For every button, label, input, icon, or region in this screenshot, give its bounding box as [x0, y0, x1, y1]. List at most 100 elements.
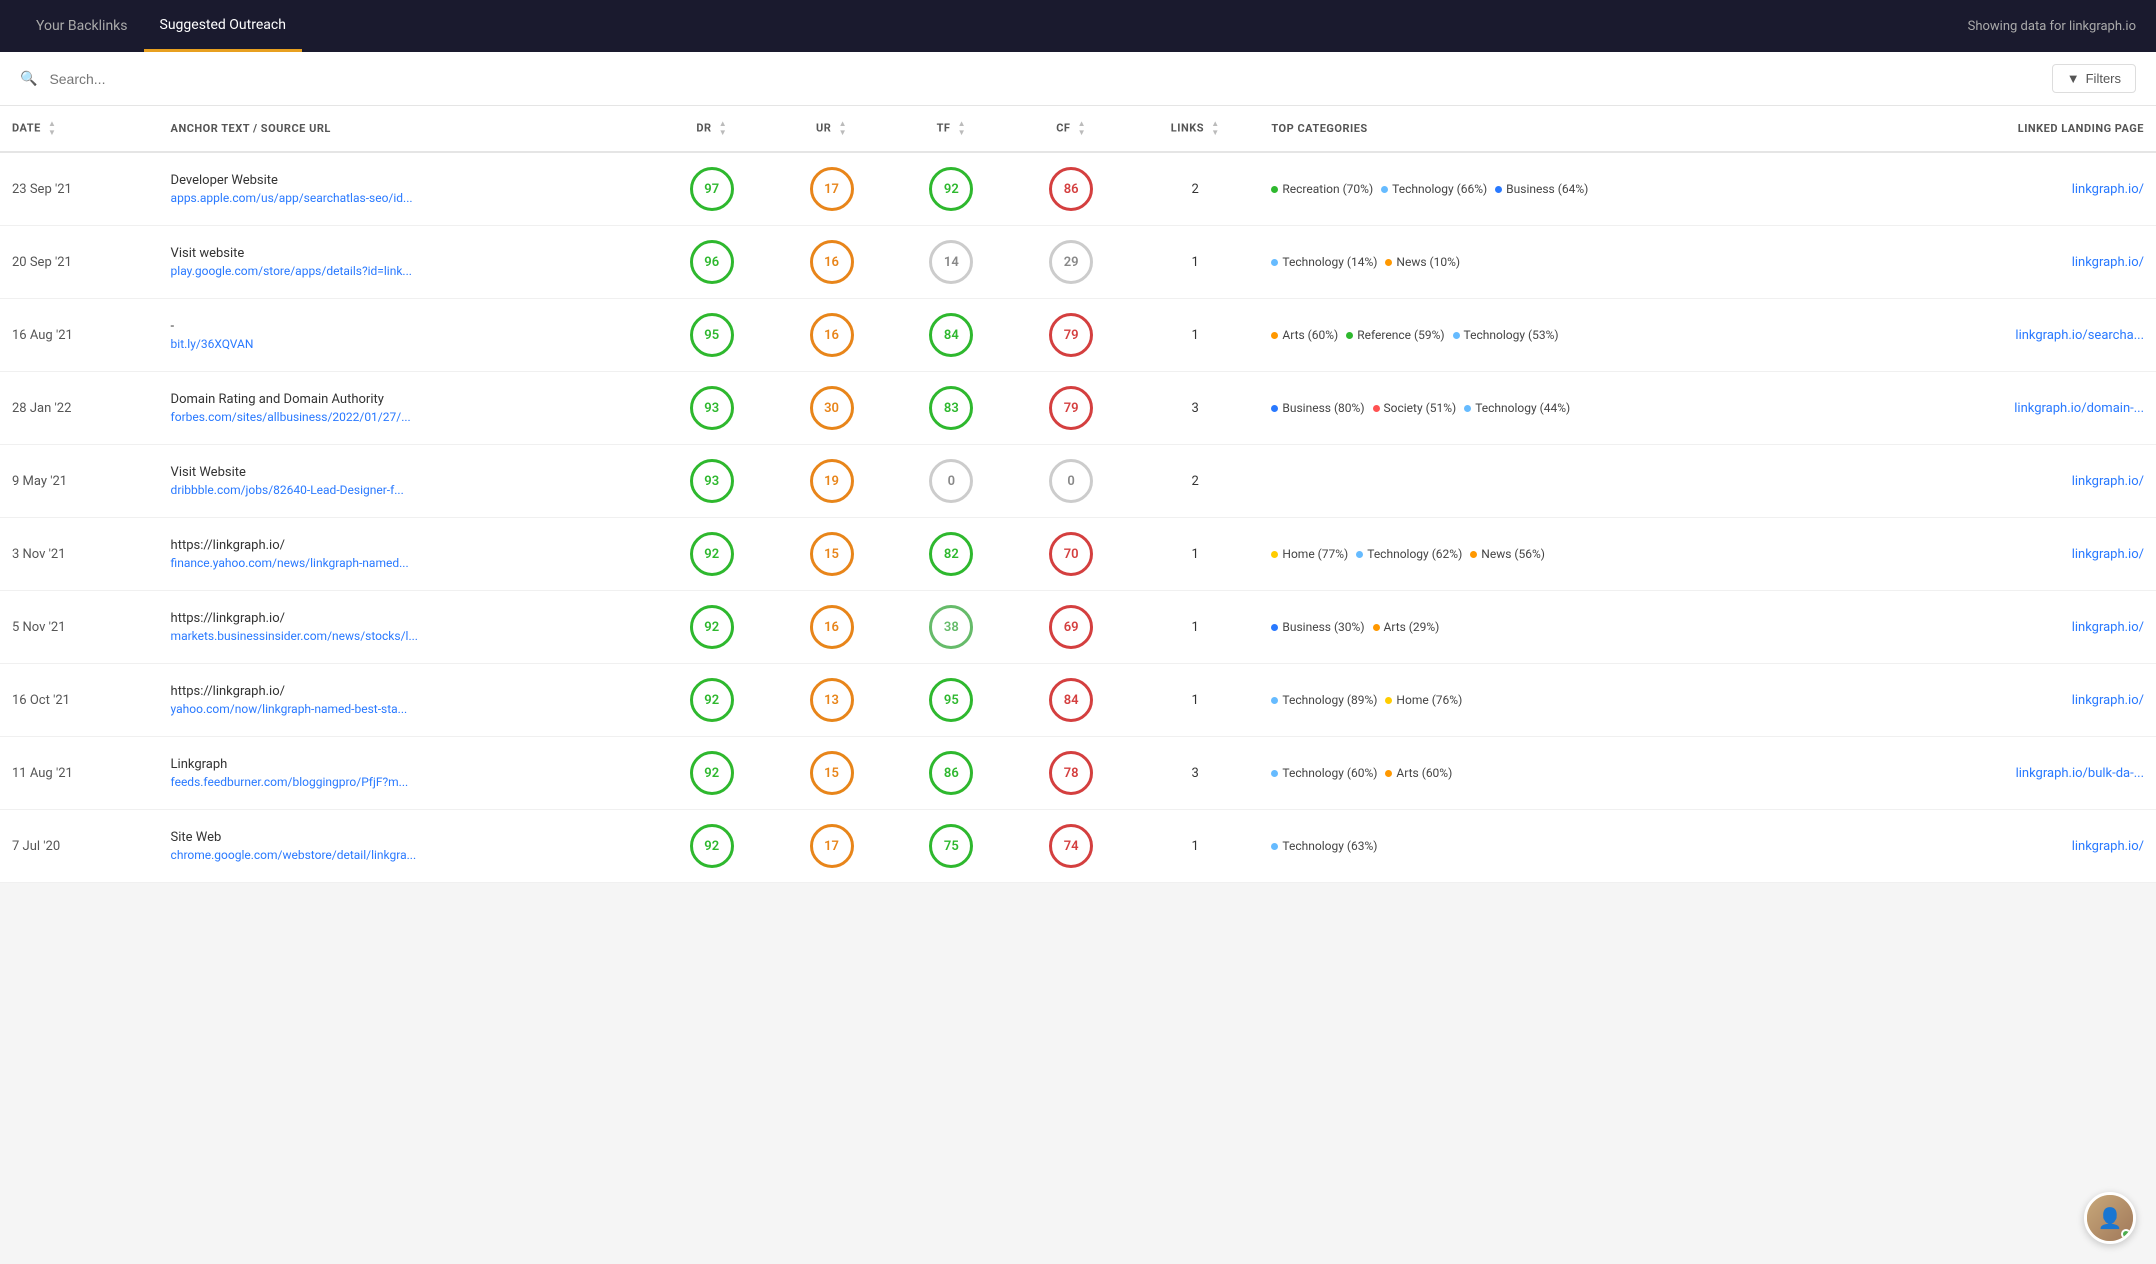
- landing-page-link[interactable]: linkgraph.io/domain-...: [2014, 401, 2144, 416]
- top-nav: Your Backlinks Suggested Outreach Showin…: [0, 0, 2156, 52]
- anchor-url[interactable]: forbes.com/sites/allbusiness/2022/01/27/…: [171, 410, 411, 424]
- landing-page-link[interactable]: linkgraph.io/: [2072, 547, 2144, 562]
- category-label: Business (64%): [1506, 182, 1588, 196]
- landing-page-link[interactable]: linkgraph.io/: [2072, 474, 2144, 489]
- col-cf[interactable]: CF ▲▼: [1011, 106, 1131, 152]
- cell-anchor: Linkgraphfeeds.feedburner.com/bloggingpr…: [159, 737, 652, 810]
- cell-landing-page: linkgraph.io/: [1874, 226, 2156, 299]
- category-label: Technology (63%): [1282, 839, 1377, 853]
- anchor-url[interactable]: markets.businessinsider.com/news/stocks/…: [171, 629, 418, 643]
- cell-cf: 84: [1011, 664, 1131, 737]
- table-row: 28 Jan '22Domain Rating and Domain Autho…: [0, 372, 2156, 445]
- col-dr[interactable]: DR ▲▼: [652, 106, 772, 152]
- anchor-url[interactable]: finance.yahoo.com/news/linkgraph-named..…: [171, 556, 409, 570]
- dr-value: 92: [690, 751, 734, 795]
- ur-value: 13: [810, 678, 854, 722]
- category-label: Business (80%): [1282, 401, 1364, 415]
- col-links[interactable]: LINKS ▲▼: [1131, 106, 1259, 152]
- tf-value: 14: [929, 240, 973, 284]
- cell-ur: 17: [772, 810, 892, 883]
- cell-dr: 95: [652, 299, 772, 372]
- landing-page-link[interactable]: linkgraph.io/bulk-da-...: [2016, 766, 2144, 781]
- category-tag: Technology (44%): [1464, 401, 1570, 415]
- cell-date: 16 Aug '21: [0, 299, 159, 372]
- tf-value: 86: [929, 751, 973, 795]
- category-dot: [1271, 259, 1278, 266]
- cf-value: 70: [1049, 532, 1093, 576]
- cell-date: 20 Sep '21: [0, 226, 159, 299]
- tab-your-backlinks[interactable]: Your Backlinks: [20, 2, 144, 50]
- cf-value: 74: [1049, 824, 1093, 868]
- category-label: Home (77%): [1282, 547, 1348, 561]
- cell-anchor: https://linkgraph.io/finance.yahoo.com/n…: [159, 518, 652, 591]
- cell-tf: 86: [891, 737, 1011, 810]
- col-anchor[interactable]: ANCHOR TEXT / SOURCE URL: [159, 106, 652, 152]
- cell-anchor: - bit.ly/36XQVAN: [159, 299, 652, 372]
- landing-page-link[interactable]: linkgraph.io/: [2072, 182, 2144, 197]
- cf-value: 78: [1049, 751, 1093, 795]
- cell-links: 1: [1131, 299, 1259, 372]
- cell-tf: 82: [891, 518, 1011, 591]
- cell-links: 1: [1131, 664, 1259, 737]
- category-label: Arts (60%): [1396, 766, 1452, 780]
- anchor-url[interactable]: chrome.google.com/webstore/detail/linkgr…: [171, 848, 417, 862]
- anchor-url[interactable]: play.google.com/store/apps/details?id=li…: [171, 264, 412, 278]
- cell-landing-page: linkgraph.io/: [1874, 664, 2156, 737]
- landing-page-link[interactable]: linkgraph.io/: [2072, 620, 2144, 635]
- filters-button[interactable]: ▼ Filters: [2052, 64, 2136, 93]
- col-ur[interactable]: UR ▲▼: [772, 106, 892, 152]
- col-tf[interactable]: TF ▲▼: [891, 106, 1011, 152]
- anchor-title: -: [171, 319, 640, 334]
- category-label: Society (51%): [1384, 401, 1457, 415]
- col-date[interactable]: DATE ▲▼: [0, 106, 159, 152]
- landing-page-link[interactable]: linkgraph.io/: [2072, 839, 2144, 854]
- cell-date: 3 Nov '21: [0, 518, 159, 591]
- dr-value: 97: [690, 167, 734, 211]
- cell-dr: 92: [652, 591, 772, 664]
- cf-value: 79: [1049, 313, 1093, 357]
- cell-ur: 16: [772, 299, 892, 372]
- category-label: Technology (66%): [1392, 182, 1487, 196]
- cf-value: 84: [1049, 678, 1093, 722]
- table-row: 9 May '21Visit Websitedribbble.com/jobs/…: [0, 445, 2156, 518]
- search-input[interactable]: [49, 71, 2039, 87]
- landing-page-link[interactable]: linkgraph.io/: [2072, 255, 2144, 270]
- cell-anchor: Visit Websitedribbble.com/jobs/82640-Lea…: [159, 445, 652, 518]
- cell-dr: 93: [652, 445, 772, 518]
- category-dot: [1346, 332, 1353, 339]
- table-row: 16 Oct '21https://linkgraph.io/yahoo.com…: [0, 664, 2156, 737]
- table-row: 11 Aug '21Linkgraphfeeds.feedburner.com/…: [0, 737, 2156, 810]
- cell-cf: 86: [1011, 152, 1131, 226]
- cell-date: 28 Jan '22: [0, 372, 159, 445]
- cf-value: 69: [1049, 605, 1093, 649]
- cell-anchor: Developer Websiteapps.apple.com/us/app/s…: [159, 152, 652, 226]
- dr-value: 93: [690, 386, 734, 430]
- anchor-url[interactable]: yahoo.com/now/linkgraph-named-best-sta..…: [171, 702, 408, 716]
- cell-anchor: https://linkgraph.io/markets.businessins…: [159, 591, 652, 664]
- anchor-url[interactable]: apps.apple.com/us/app/searchatlas-seo/id…: [171, 191, 413, 205]
- cell-landing-page: linkgraph.io/: [1874, 518, 2156, 591]
- anchor-url[interactable]: feeds.feedburner.com/bloggingpro/PfjF?m.…: [171, 775, 409, 789]
- anchor-url[interactable]: dribbble.com/jobs/82640-Lead-Designer-f.…: [171, 483, 404, 497]
- category-dot: [1385, 697, 1392, 704]
- col-top-categories: TOP CATEGORIES: [1259, 106, 1874, 152]
- ur-value: 15: [810, 532, 854, 576]
- ur-value: 16: [810, 313, 854, 357]
- cell-landing-page: linkgraph.io/domain-...: [1874, 372, 2156, 445]
- cell-categories: Recreation (70%)Technology (66%)Business…: [1259, 152, 1874, 226]
- tab-suggested-outreach[interactable]: Suggested Outreach: [144, 1, 302, 52]
- table-row: 16 Aug '21-bit.ly/36XQVAN951684791Arts (…: [0, 299, 2156, 372]
- landing-page-link[interactable]: linkgraph.io/: [2072, 693, 2144, 708]
- cell-landing-page: linkgraph.io/: [1874, 152, 2156, 226]
- category-dot: [1271, 770, 1278, 777]
- category-dot: [1495, 186, 1502, 193]
- category-label: Arts (29%): [1384, 620, 1440, 634]
- cell-anchor: https://linkgraph.io/yahoo.com/now/linkg…: [159, 664, 652, 737]
- category-tag: Technology (62%): [1356, 547, 1462, 561]
- landing-page-link[interactable]: linkgraph.io/searcha...: [2015, 328, 2144, 343]
- showing-data-label: Showing data for linkgraph.io: [1968, 19, 2136, 34]
- user-avatar[interactable]: 👤: [2084, 1192, 2136, 1244]
- category-label: Technology (53%): [1464, 328, 1559, 342]
- cell-cf: 70: [1011, 518, 1131, 591]
- anchor-url[interactable]: bit.ly/36XQVAN: [171, 337, 254, 351]
